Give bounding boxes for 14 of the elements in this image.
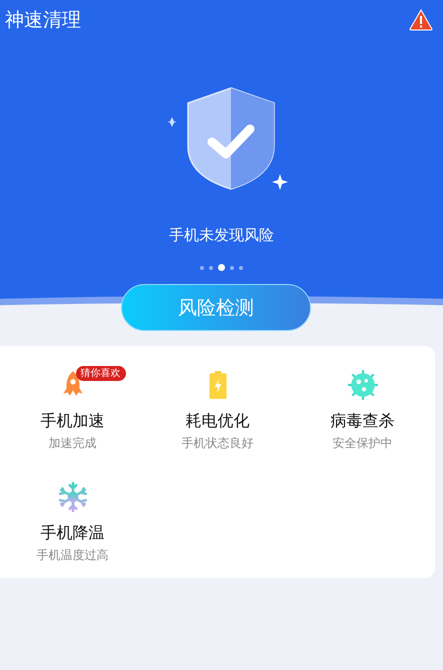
- snowflake-icon: [56, 481, 88, 513]
- feature-title[interactable]: 手机降温: [40, 523, 104, 544]
- feature-title[interactable]: 耗电优化: [186, 411, 250, 432]
- feature-status: 手机状态良好: [182, 435, 254, 452]
- feature-status: 安全保护中: [332, 435, 392, 452]
- feature-status: 手机温度过高: [36, 547, 108, 564]
- feature-title[interactable]: 手机加速: [40, 411, 104, 432]
- warning-icon[interactable]: [409, 9, 433, 31]
- recommend-badge: 猜你喜欢: [76, 366, 126, 381]
- virus-icon: [346, 369, 378, 401]
- feature-title[interactable]: 病毒查杀: [330, 411, 394, 432]
- feature-status: 加速完成: [48, 435, 96, 452]
- status-text: 手机未发现风险: [169, 226, 274, 245]
- app-title: 神速清理: [5, 8, 81, 33]
